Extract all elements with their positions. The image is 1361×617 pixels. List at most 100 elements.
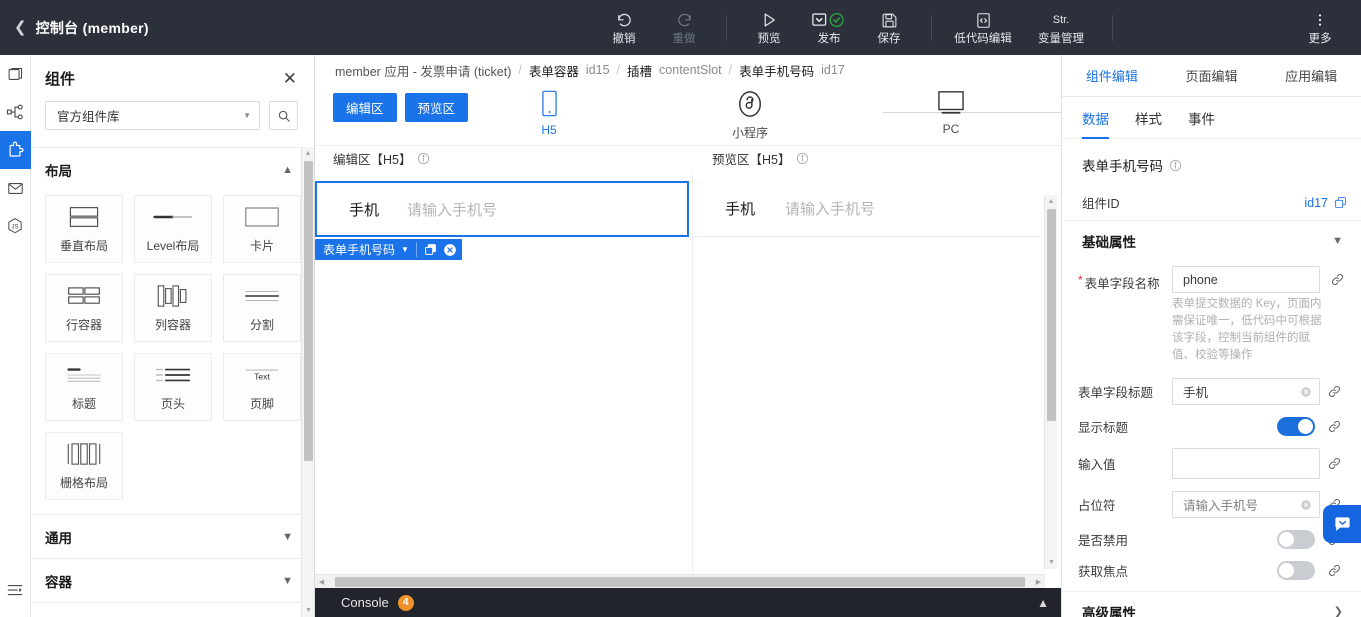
component-id-row: 组件ID id17 — [1062, 185, 1361, 220]
prop-input-value-label: 输入值 — [1078, 454, 1166, 473]
section-header-general[interactable]: 通用 ▼ — [31, 515, 314, 558]
component-tile-divider[interactable]: 分割 — [223, 274, 301, 342]
breadcrumb-item-form-container-id: id15 — [585, 63, 610, 77]
form-field-name-input[interactable]: phone — [1172, 266, 1320, 293]
center-canvas-scrollbar[interactable]: ▲ ▼ — [1044, 195, 1057, 569]
link-icon[interactable] — [1330, 266, 1350, 287]
breadcrumb-item-app[interactable]: member 应用 - 发票申请 (ticket) — [335, 61, 511, 80]
scroll-left-arrow-icon[interactable]: ◀ — [315, 578, 328, 586]
scrollbar-thumb[interactable] — [304, 161, 313, 461]
info-icon[interactable] — [417, 152, 430, 165]
component-tile-vertical-layout[interactable]: 垂直布局 — [45, 195, 123, 263]
undo-button[interactable]: 撤销 — [594, 9, 654, 47]
component-tile-level-layout[interactable]: Level布局 — [134, 195, 212, 263]
chevron-up-icon[interactable]: ▲ — [1037, 596, 1049, 610]
breadcrumb-item-current[interactable]: 表单手机号码 — [739, 61, 814, 80]
component-tile-row-container[interactable]: 行容器 — [45, 274, 123, 342]
clear-circle-icon[interactable] — [1300, 499, 1312, 511]
prop-autofocus-control — [1172, 561, 1321, 580]
info-icon[interactable] — [1169, 159, 1182, 172]
close-icon[interactable]: ✕ — [283, 70, 297, 87]
component-tile-page-footer[interactable]: Text 页脚 — [223, 353, 301, 421]
advanced-properties-title: 高级属性 — [1082, 605, 1136, 617]
component-sections-scroll[interactable]: 布局 ▲ 垂直布局 Level布局 卡片 行容器 列容器 分割 标题 页头 Te… — [31, 147, 314, 617]
preview-canvas[interactable]: 手机 请输入手机号 — [693, 171, 1040, 587]
publish-button[interactable]: 发布 — [799, 9, 859, 47]
scroll-up-arrow-icon[interactable]: ▲ — [1045, 195, 1057, 208]
device-pc[interactable]: PC — [921, 90, 981, 136]
redo-button[interactable]: 重做 — [654, 9, 714, 47]
pages-icon — [7, 66, 24, 83]
scroll-down-arrow-icon[interactable]: ▼ — [302, 604, 314, 617]
subtab-style[interactable]: 样式 — [1135, 97, 1162, 139]
console-bar[interactable]: Console 4 ▲ — [315, 588, 1061, 617]
back-chevron-left-icon[interactable]: ❮ — [14, 20, 27, 35]
chat-bubble-icon — [1333, 515, 1352, 534]
basic-properties-section-header[interactable]: 基础属性 ▼ — [1062, 220, 1361, 260]
component-tile-grid: 垂直布局 Level布局 卡片 行容器 列容器 分割 标题 页头 Text 页脚… — [31, 191, 314, 514]
subtab-data[interactable]: 数据 — [1082, 97, 1109, 139]
link-icon[interactable] — [1327, 384, 1347, 399]
autofocus-toggle[interactable] — [1277, 561, 1315, 580]
prop-placeholder-label: 占位符 — [1078, 495, 1166, 514]
advanced-properties-section-header[interactable]: 高级属性 ❯ — [1062, 591, 1361, 617]
scroll-down-arrow-icon[interactable]: ▼ — [1045, 556, 1058, 569]
section-title: 布局 — [45, 163, 72, 179]
copy-icon[interactable] — [1334, 196, 1347, 209]
component-tile-card[interactable]: 卡片 — [223, 195, 301, 263]
scroll-up-arrow-icon[interactable]: ▲ — [302, 147, 314, 160]
device-switcher: H5 小程序 PC — [315, 85, 1227, 145]
lowcode-edit-button[interactable]: 低代码编辑 — [944, 9, 1022, 47]
tab-component-edit[interactable]: 组件编辑 — [1062, 55, 1162, 96]
tab-app-edit[interactable]: 应用编辑 — [1261, 55, 1361, 96]
breadcrumb: member 应用 - 发票申请 (ticket) / 表单容器 id15 / … — [315, 55, 1061, 85]
link-icon[interactable] — [1327, 456, 1347, 471]
component-tile-page-header[interactable]: 页头 — [134, 353, 212, 421]
edit-canvas[interactable]: 手机 请输入手机号 表单手机号码 ▼ — [315, 171, 693, 587]
selected-phone-field[interactable]: 手机 请输入手机号 — [315, 181, 689, 237]
search-button[interactable] — [269, 101, 298, 130]
component-tile-grid-layout[interactable]: 栅格布局 — [45, 432, 123, 500]
info-icon[interactable] — [796, 152, 809, 165]
center-canvas-hscrollbar[interactable]: ◀ ▶ — [315, 574, 1045, 588]
breadcrumb-item-slot[interactable]: 插槽 — [627, 61, 652, 80]
component-panel-scrollbar[interactable]: ▲ ▼ — [301, 147, 314, 617]
breadcrumb-item-form-container[interactable]: 表单容器 — [529, 61, 579, 80]
rail-item-media[interactable] — [0, 169, 31, 207]
chat-support-button[interactable] — [1323, 505, 1361, 543]
rail-item-js[interactable]: JS — [0, 207, 31, 245]
form-field-title-input[interactable]: 手机 — [1172, 378, 1320, 405]
redo-label: 重做 — [672, 32, 696, 45]
device-miniprogram[interactable]: 小程序 — [720, 90, 780, 141]
hscrollbar-thumb[interactable] — [335, 576, 1025, 587]
library-select[interactable]: 官方组件库 ▼ — [45, 101, 260, 130]
more-button[interactable]: 更多 — [1290, 9, 1350, 47]
copy-icon[interactable] — [424, 243, 437, 256]
tab-page-edit[interactable]: 页面编辑 — [1162, 55, 1262, 96]
device-h5[interactable]: H5 — [519, 90, 579, 137]
rail-item-pages[interactable] — [0, 55, 31, 93]
form-field-name-help: 表单提交数据的 Key，页面内需保证唯一，低代码中可根据该字段，控制当前组件的赋… — [1172, 298, 1322, 361]
rail-collapse-button[interactable] — [0, 571, 31, 609]
show-title-toggle[interactable] — [1277, 417, 1315, 436]
variable-manage-button[interactable]: Str. 变量管理 — [1022, 9, 1100, 47]
link-icon[interactable] — [1327, 563, 1347, 578]
component-tile-heading[interactable]: 标题 — [45, 353, 123, 421]
rail-item-components[interactable] — [0, 131, 31, 169]
link-icon[interactable] — [1327, 419, 1347, 434]
preview-button[interactable]: 预览 — [739, 9, 799, 47]
scrollbar-thumb[interactable] — [1047, 209, 1056, 421]
save-button[interactable]: 保存 — [859, 9, 919, 47]
scroll-right-arrow-icon[interactable]: ▶ — [1032, 578, 1045, 586]
section-header-container[interactable]: 容器 ▼ — [31, 559, 314, 602]
chevron-down-icon[interactable]: ▼ — [401, 245, 409, 254]
input-value-input[interactable] — [1172, 448, 1320, 479]
subtab-events[interactable]: 事件 — [1188, 97, 1215, 139]
close-circle-icon[interactable] — [443, 243, 457, 257]
placeholder-input[interactable]: 请输入手机号 — [1172, 491, 1320, 518]
disabled-toggle[interactable] — [1277, 530, 1315, 549]
clear-circle-icon[interactable] — [1300, 386, 1312, 398]
section-header-layout[interactable]: 布局 ▲ — [31, 148, 314, 191]
component-tile-column-container[interactable]: 列容器 — [134, 274, 212, 342]
rail-item-flow[interactable] — [0, 93, 31, 131]
